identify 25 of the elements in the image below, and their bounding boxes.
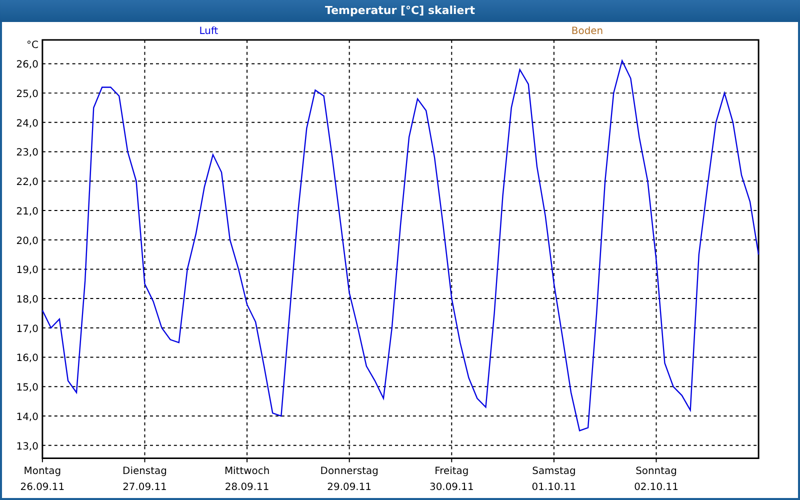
y-tick-label: 17,0	[16, 324, 38, 335]
y-tick-label: 18,0	[16, 294, 38, 306]
x-tick-label: Samstag 01.10.11	[532, 466, 576, 494]
x-tick-label: Montag 26.09.11	[20, 466, 65, 494]
x-tick-label: Sonntag 02.10.11	[634, 466, 678, 494]
axis-unit-label: °C	[26, 40, 38, 51]
y-tick-label: 19,0	[16, 265, 38, 276]
x-tick-label: Donnerstag 29.09.11	[320, 466, 378, 494]
legend-label: Luft	[199, 26, 218, 37]
y-tick-label: 16,0	[16, 353, 38, 364]
y-tick-label: 26,0	[16, 60, 38, 71]
x-tick-label: Freitag 30.09.11	[429, 466, 474, 494]
x-tick-label: Dienstag 27.09.11	[122, 466, 167, 494]
y-tick-label: 14,0	[16, 412, 38, 423]
y-tick-label: 21,0	[16, 206, 38, 218]
y-tick-label: 23,0	[16, 148, 38, 159]
y-tick-label: 15,0	[16, 382, 38, 394]
y-tick-label: 22,0	[16, 177, 38, 188]
legend-label: Boden	[571, 26, 604, 37]
y-tick-label: 25,0	[16, 88, 38, 100]
x-tick-label: Mittwoch 28.09.11	[224, 466, 270, 494]
y-tick-label: 13,0	[16, 441, 38, 452]
y-tick-label: 24,0	[16, 118, 38, 130]
window-title: Temperatur [°C] skaliert	[0, 0, 800, 22]
y-tick-label: 20,0	[16, 236, 38, 247]
